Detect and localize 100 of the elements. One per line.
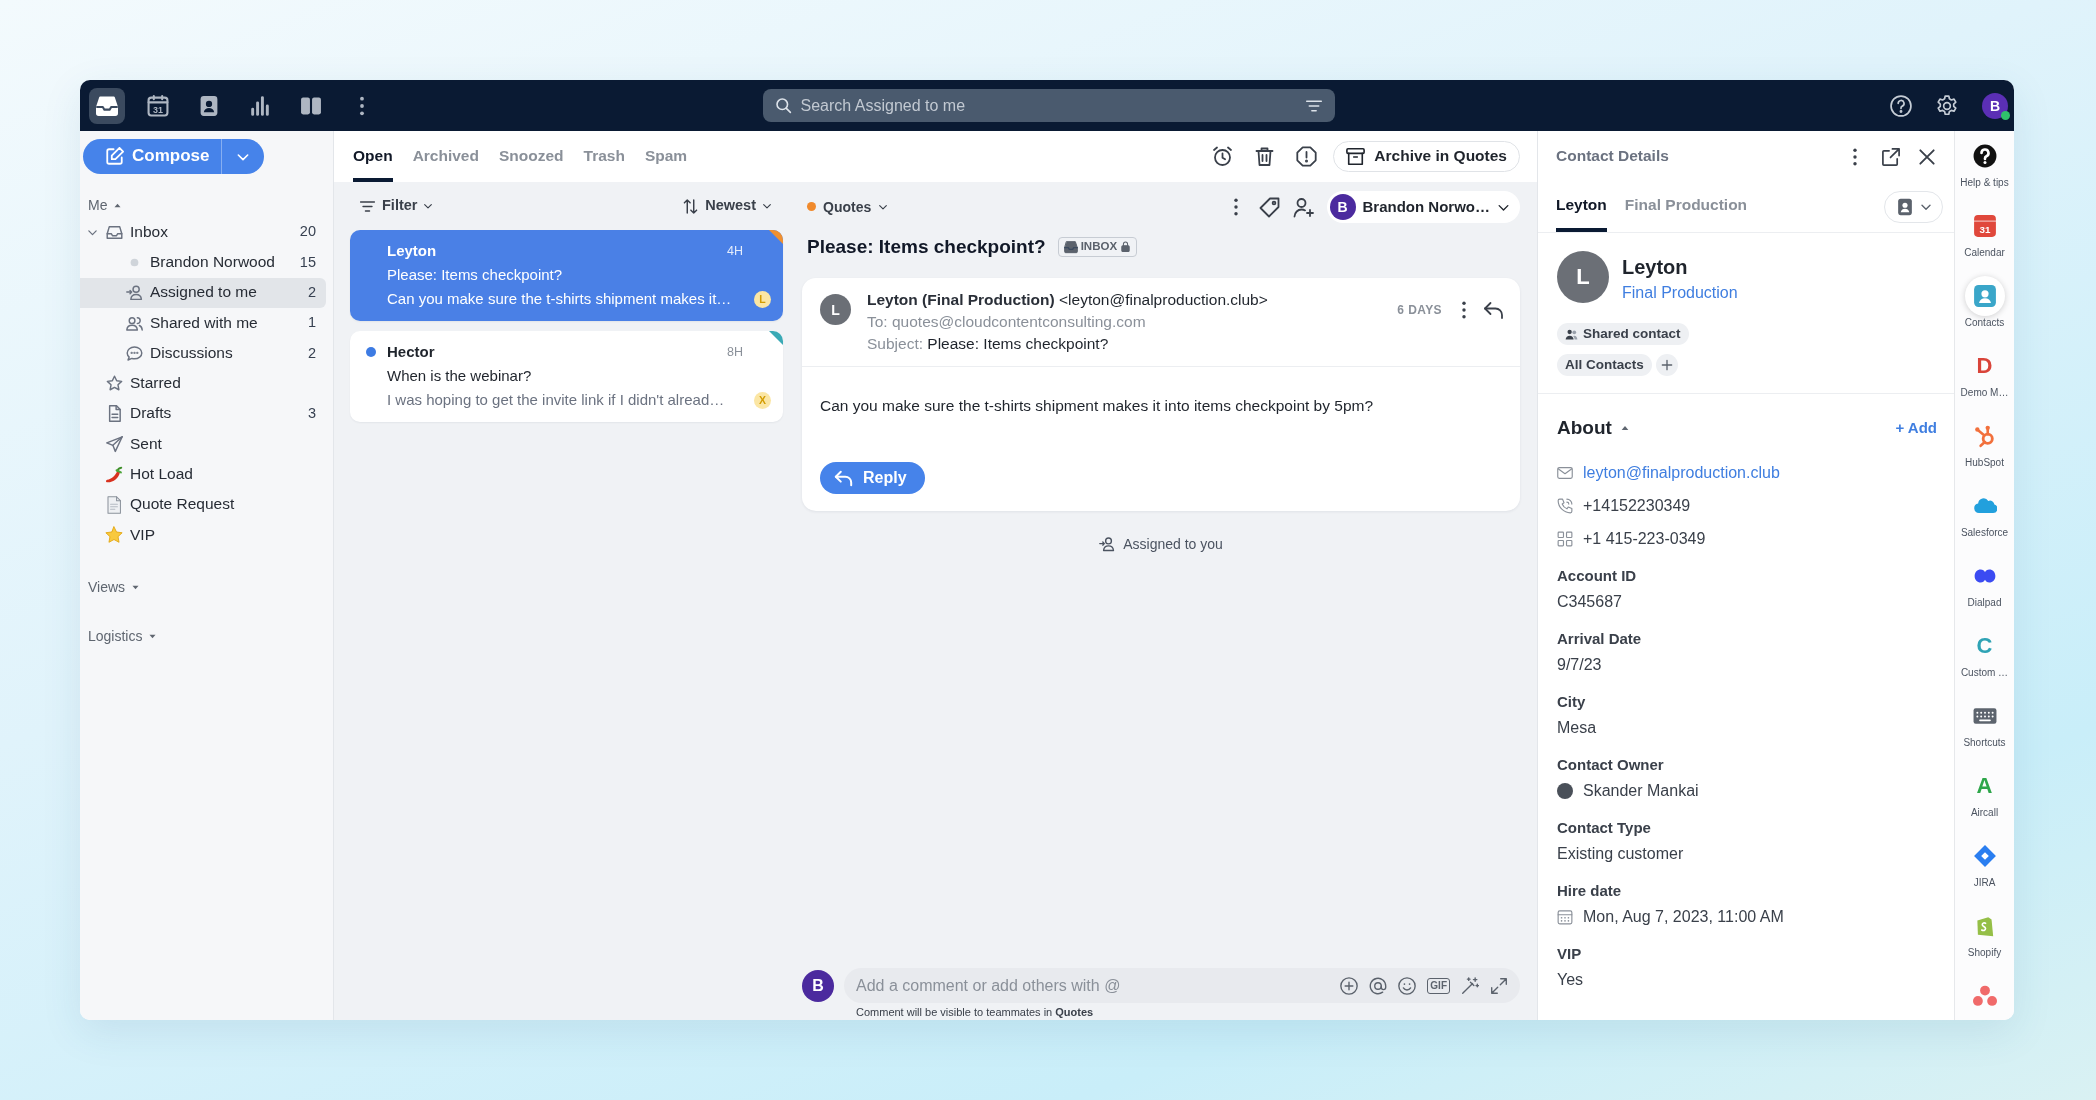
sort-button[interactable]: Newest xyxy=(682,196,772,216)
field-label: Contact Owner xyxy=(1557,755,1665,775)
help-icon[interactable] xyxy=(1890,94,1912,117)
app-launcher[interactable]: 31 Calendar xyxy=(1955,201,2014,271)
sidebar-item[interactable]: Starred xyxy=(80,368,326,399)
sidebar-item[interactable]: Sent xyxy=(80,429,326,460)
company-link[interactable]: Final Production xyxy=(1622,281,1738,305)
compose-button[interactable]: Compose xyxy=(83,139,221,174)
section-header[interactable]: Views xyxy=(80,575,141,600)
contact-card-icon[interactable] xyxy=(198,94,220,117)
at-sign-icon[interactable] xyxy=(1369,976,1388,995)
message-preview: Can you make sure the t-shirts shipment makes it… xyxy=(387,288,732,309)
add-icon[interactable] xyxy=(1655,354,1678,376)
sidebar-item[interactable]: Inbox 20 xyxy=(80,217,326,248)
add-field-link[interactable]: + Add xyxy=(1895,417,1937,439)
trash-icon[interactable] xyxy=(1254,146,1276,167)
add-icon[interactable] xyxy=(1340,976,1359,995)
gif-icon[interactable]: GIF xyxy=(1427,977,1450,994)
grid-icon xyxy=(1557,531,1573,547)
recipient-text: To: quotes@cloudcontentconsulting.com xyxy=(867,313,1146,330)
people-icon xyxy=(1565,327,1578,341)
calendar-icon[interactable]: 31 xyxy=(1971,213,1998,239)
calendar-icon xyxy=(1557,909,1573,925)
message-time: 4H xyxy=(727,242,743,260)
contact-card-icon xyxy=(1896,198,1914,216)
app-launcher[interactable]: D Demo M… xyxy=(1955,341,2014,411)
sidebar-item[interactable]: Assigned to me 2 xyxy=(80,277,326,308)
app-launcher[interactable]: Dialpad xyxy=(1955,551,2014,621)
sender-name: Leyton (Final Production) xyxy=(867,291,1055,308)
sidebar-item[interactable]: Hot Load xyxy=(80,459,326,490)
sidebar-item[interactable]: VIP xyxy=(80,519,326,551)
tag-icon[interactable] xyxy=(1258,196,1280,218)
close-icon[interactable] xyxy=(1917,146,1937,167)
filter-button[interactable]: Filter xyxy=(359,196,434,216)
sidebar-item[interactable]: Discussions 2 xyxy=(80,338,326,369)
app-launcher[interactable]: Shopify xyxy=(1955,901,2014,971)
inbox-icon xyxy=(1063,240,1078,254)
app-launcher[interactable]: Salesforce xyxy=(1955,481,2014,551)
star-icon xyxy=(105,375,123,393)
search-field[interactable]: Search Assigned to me xyxy=(762,89,1335,122)
email-link[interactable]: leyton@finalproduction.club xyxy=(1583,462,1780,484)
smiley-icon[interactable] xyxy=(1398,976,1417,995)
add-person-icon[interactable] xyxy=(1292,196,1314,218)
letter-logo-icon[interactable]: D xyxy=(1971,353,1998,379)
item-count: 15 xyxy=(299,252,317,272)
app-launcher[interactable]: Shortcuts xyxy=(1955,691,2014,761)
external-link-icon[interactable] xyxy=(1881,146,1901,167)
reply-button[interactable]: Reply xyxy=(820,462,925,494)
help-icon[interactable] xyxy=(1971,143,1998,169)
assignee-dropdown[interactable]: B Brandon Norwo… xyxy=(1326,191,1520,223)
tab[interactable]: Leyton xyxy=(1556,182,1607,232)
sidebar-item[interactable]: Drafts 3 xyxy=(80,398,326,430)
panel-title: Contact Details xyxy=(1556,146,1669,167)
contact-type-dropdown[interactable] xyxy=(1884,191,1943,223)
field-label: Hire date xyxy=(1557,881,1623,901)
app-launcher[interactable]: Help & tips xyxy=(1955,131,2014,201)
app-launcher[interactable]: HubSpot xyxy=(1955,411,2014,481)
document-icon xyxy=(105,495,123,514)
field-value: Existing customer xyxy=(1557,844,1684,864)
alarm-clock-icon[interactable] xyxy=(1212,146,1234,167)
section-header[interactable]: Me xyxy=(80,193,123,217)
reply-icon[interactable] xyxy=(1483,299,1504,321)
field-label: Contact Type xyxy=(1557,818,1652,838)
section-header[interactable]: Logistics xyxy=(80,624,158,649)
bar-chart-icon[interactable] xyxy=(249,94,271,117)
magic-wand-icon[interactable] xyxy=(1461,976,1479,995)
inbox-icon[interactable] xyxy=(89,87,125,124)
sidebar-item[interactable]: Brandon Norwood 15 xyxy=(80,247,326,278)
comment-hint: Comment will be visible to teammates in Quotes xyxy=(856,1006,1095,1019)
field-label: Account ID xyxy=(1557,566,1638,586)
app-launcher[interactable]: A Aircall xyxy=(1955,761,2014,831)
sidebar-item[interactable]: Quote Request xyxy=(80,489,326,520)
send-icon xyxy=(105,435,123,453)
user-avatar[interactable]: B xyxy=(1982,92,2008,119)
item-count: 20 xyxy=(299,222,317,242)
calendar-icon[interactable]: 31 xyxy=(147,94,169,117)
contact-avatar: L xyxy=(1557,251,1609,303)
inbox-dropdown[interactable]: Quotes xyxy=(802,197,889,217)
section-header[interactable]: About xyxy=(1557,415,1630,441)
expand-icon[interactable] xyxy=(1490,976,1508,995)
app-launcher[interactable]: C Custom … xyxy=(1955,621,2014,691)
three-dots-icon[interactable] xyxy=(1971,983,1998,1009)
field-value: Yes xyxy=(1557,970,1584,990)
conversation-card[interactable]: Hector 8H When is the webinar? I was hoping to get the invite link if I didn't alread… X xyxy=(350,331,783,422)
app-launcher[interactable]: JIRA xyxy=(1955,831,2014,901)
archive-button[interactable]: Archive in Quotes xyxy=(1333,141,1520,172)
list-tag[interactable]: All Contacts xyxy=(1557,354,1652,376)
sidebar-item[interactable]: Shared with me 1 xyxy=(80,307,326,339)
message-subject: When is the webinar? xyxy=(387,365,532,386)
item-count: 1 xyxy=(307,313,317,333)
compose-dropdown-button[interactable] xyxy=(221,139,264,174)
conversation-card[interactable]: Leyton 4H Please: Items checkpoint? Can you make sure the t-shirts shipment makes it… L xyxy=(350,230,783,321)
inbox-tag-label: INBOX xyxy=(1080,239,1118,255)
warning-icon[interactable] xyxy=(1296,146,1318,167)
field-value: Mon, Aug 7, 2023, 11:00 AM xyxy=(1583,907,1784,927)
assign-icon xyxy=(1099,536,1116,552)
chat-bubble-icon xyxy=(125,344,143,362)
settings-icon[interactable] xyxy=(1936,94,1958,117)
contact-name: Leyton xyxy=(1622,255,1689,280)
app-launcher[interactable]: Contacts xyxy=(1955,271,2014,341)
